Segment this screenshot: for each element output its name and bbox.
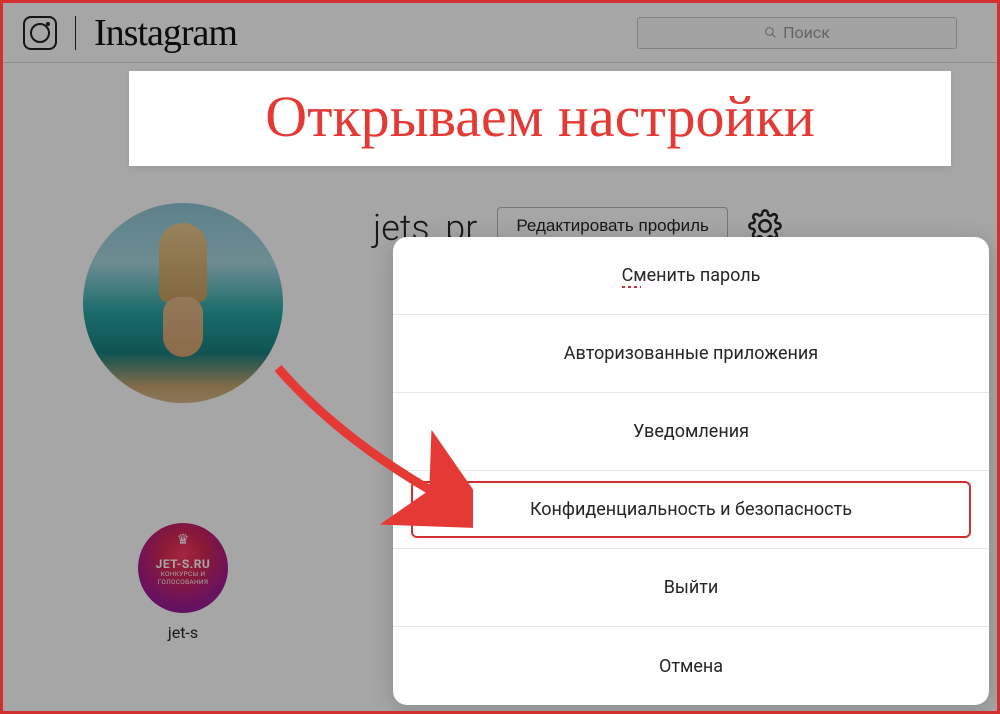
menu-item-label: Отмена	[659, 656, 723, 677]
annotation-text: Открываем настройки	[265, 84, 815, 149]
search-icon	[764, 26, 777, 39]
menu-item-label: Выйти	[664, 577, 719, 598]
settings-menu-item[interactable]: Выйти	[393, 549, 989, 627]
profile-avatar[interactable]	[83, 203, 283, 403]
highlight-item[interactable]: ♛ JET-S.RU КОНКУРСЫ И ГОЛОСОВАНИЯ jet-s	[138, 523, 228, 642]
story-highlights: ♛ JET-S.RU КОНКУРСЫ И ГОЛОСОВАНИЯ jet-s	[138, 523, 228, 642]
crown-icon: ♛	[177, 533, 190, 548]
menu-item-label: Уведомления	[633, 421, 749, 442]
annotation-banner: Открываем настройки	[129, 71, 951, 166]
settings-menu-item[interactable]: Авторизованные приложения	[393, 315, 989, 393]
settings-menu-item[interactable]: Сменить пароль	[393, 237, 989, 315]
highlight-badge-subtitle: КОНКУРСЫ И ГОЛОСОВАНИЯ	[144, 571, 222, 585]
settings-menu-item[interactable]: Отмена	[393, 627, 989, 705]
highlight-cover: ♛ JET-S.RU КОНКУРСЫ И ГОЛОСОВАНИЯ	[138, 523, 228, 613]
search-input[interactable]: Поиск	[637, 17, 957, 49]
top-nav: Instagram Поиск	[3, 3, 997, 63]
menu-item-label: Конфиденциальность и безопасность	[530, 499, 852, 520]
settings-menu: Сменить пароль Авторизованные приложения У…	[393, 237, 989, 705]
settings-menu-item[interactable]: Конфиденциальность и безопасность	[393, 471, 989, 549]
instagram-wordmark[interactable]: Instagram	[94, 11, 237, 55]
menu-item-label: Авторизованные приложения	[564, 343, 818, 364]
instagram-camera-icon[interactable]	[23, 16, 57, 50]
search-placeholder: Поиск	[783, 23, 830, 42]
menu-item-label: Сменить пароль	[622, 265, 761, 286]
divider	[75, 16, 76, 50]
highlight-label: jet-s	[168, 623, 198, 642]
settings-menu-item[interactable]: Уведомления	[393, 393, 989, 471]
